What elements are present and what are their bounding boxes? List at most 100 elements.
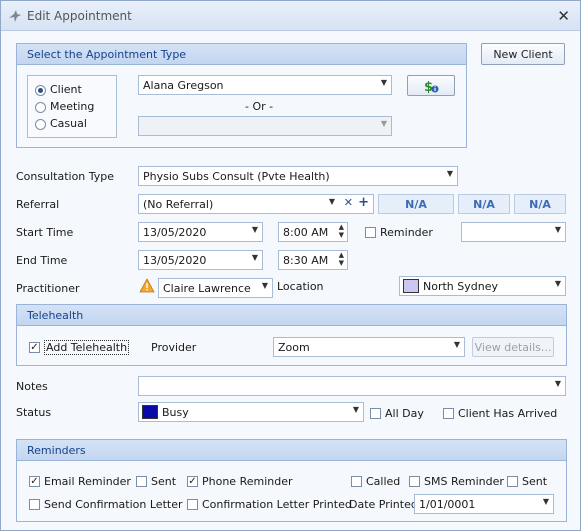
email-reminder-checkbox[interactable]: ✓ [29,476,40,487]
consultation-type-label: Consultation Type [16,170,115,183]
email-sent-label: Sent [151,475,177,488]
telehealth-group: Telehealth ✓ Add Telehealth Provider Zoo… [16,304,567,366]
start-time-value: 8:00 AM [283,226,329,239]
na-button-2[interactable]: N/A [458,194,510,214]
email-sent-checkbox[interactable] [136,476,147,487]
chevron-down-icon: ▼ [352,405,359,414]
chevron-down-icon: ▼ [542,497,549,506]
provider-value: Zoom [278,341,310,354]
client-select-value: Alana Gregson [143,79,224,92]
warning-icon [139,278,155,293]
email-reminder-label: Email Reminder [44,475,131,488]
radio-client-label: Client [50,83,82,96]
confirmation-printed-label: Confirmation Letter Printed [202,498,352,511]
end-date-value: 13/05/2020 [143,254,207,267]
reminders-group: Reminders ✓ Email Reminder Sent ✓ Phone … [16,439,567,522]
close-icon[interactable]: ✕ [557,7,570,25]
phone-reminder-checkbox[interactable]: ✓ [187,476,198,487]
status-select[interactable]: Busy ▼ [138,402,364,422]
radio-casual[interactable] [35,119,46,130]
chevron-down-icon: ▼ [446,169,453,178]
radio-casual-label: Casual [50,117,87,130]
consultation-type-value: Physio Subs Consult (Pvte Health) [143,170,330,183]
add-telehealth-label: Add Telehealth [44,340,130,355]
end-time-label: End Time [16,254,68,267]
reminder-select[interactable]: ▼ [461,222,566,242]
chevron-down-icon: ▼ [380,119,387,128]
appointment-type-radio-group: Client Meeting Casual [27,75,117,138]
end-time-value: 8:30 AM [283,254,329,267]
spin-updown-icon[interactable]: ▲ ▼ [339,223,344,239]
bird-logo-icon [9,10,21,22]
chevron-down-icon: ▼ [554,279,561,288]
called-checkbox[interactable] [351,476,362,487]
date-printed-value: 1/01/0001 [419,498,476,511]
end-time-spinner[interactable]: 8:30 AM ▲ ▼ [278,250,348,270]
status-color-swatch [142,405,158,419]
chevron-down-icon: ▼ [251,225,258,234]
notes-label: Notes [16,380,48,393]
called-label: Called [366,475,401,488]
provider-select[interactable]: Zoom ▼ [273,337,465,357]
chevron-down-icon: ▼ [251,253,258,262]
start-time-spinner[interactable]: 8:00 AM ▲ ▼ [278,222,348,242]
practitioner-select[interactable]: Claire Lawrence ▼ [158,278,273,298]
sms-reminder-checkbox[interactable] [409,476,420,487]
chevron-down-icon: ▼ [453,340,460,349]
chevron-down-icon: ▼ [328,197,335,206]
date-printed-label: Date Printed [349,498,418,511]
status-label: Status [16,406,52,419]
svg-text:$: $ [424,80,433,94]
dollar-info-icon: $ [424,80,439,94]
reminders-header: Reminders [17,440,566,461]
na-button-3[interactable]: N/A [514,194,566,214]
location-label: Location [277,280,324,293]
appointment-type-header: Select the Appointment Type [17,44,466,65]
location-color-swatch [403,279,419,293]
reminder-label: Reminder [380,226,433,239]
clear-referral-icon[interactable]: ✕ [344,196,353,209]
view-details-button[interactable]: View details... [472,337,554,357]
location-value: North Sydney [423,280,498,293]
new-client-button[interactable]: New Client [481,43,565,65]
spin-updown-icon[interactable]: ▲ ▼ [339,251,344,267]
end-date-picker[interactable]: 13/05/2020 ▼ [138,250,263,270]
referral-value: (No Referral) [143,198,214,211]
provider-label: Provider [151,341,197,354]
add-telehealth-checkbox[interactable]: ✓ [29,342,40,353]
send-confirmation-checkbox[interactable] [29,499,40,510]
sms-sent-checkbox[interactable] [507,476,518,487]
na-button-1[interactable]: N/A [378,194,454,214]
referral-select[interactable]: (No Referral) ▼ ✕ + [138,194,374,214]
secondary-select[interactable]: ▼ [138,116,392,136]
location-select[interactable]: North Sydney ▼ [399,276,566,296]
client-select[interactable]: Alana Gregson ▼ [138,75,392,95]
practitioner-label: Practitioner [16,282,80,295]
confirmation-printed-checkbox[interactable] [187,499,198,510]
chevron-down-icon: ▼ [554,379,561,388]
reminder-checkbox[interactable] [365,227,376,238]
radio-meeting[interactable] [35,102,46,113]
all-day-label: All Day [385,407,424,420]
client-arrived-checkbox[interactable] [443,408,454,419]
radio-client[interactable] [35,85,46,96]
start-time-label: Start Time [16,226,74,239]
billing-button[interactable]: $ [407,75,455,96]
notes-input[interactable]: ▼ [138,376,566,396]
status-value: Busy [162,406,189,419]
sms-reminder-label: SMS Reminder [424,475,504,488]
chevron-down-icon: ▼ [380,78,387,87]
chevron-down-icon: ▼ [261,281,268,290]
phone-reminder-label: Phone Reminder [202,475,293,488]
all-day-checkbox[interactable] [370,408,381,419]
or-label: - Or - [245,100,274,113]
send-confirmation-label: Send Confirmation Letter [44,498,183,511]
sms-sent-label: Sent [522,475,548,488]
add-referral-icon[interactable]: + [358,195,369,210]
consultation-type-select[interactable]: Physio Subs Consult (Pvte Health) ▼ [138,166,458,186]
chevron-down-icon: ▼ [554,225,561,234]
start-date-value: 13/05/2020 [143,226,207,239]
date-printed-picker[interactable]: 1/01/0001 ▼ [414,494,554,514]
start-date-picker[interactable]: 13/05/2020 ▼ [138,222,263,242]
title-bar: Edit Appointment ✕ [1,1,580,31]
